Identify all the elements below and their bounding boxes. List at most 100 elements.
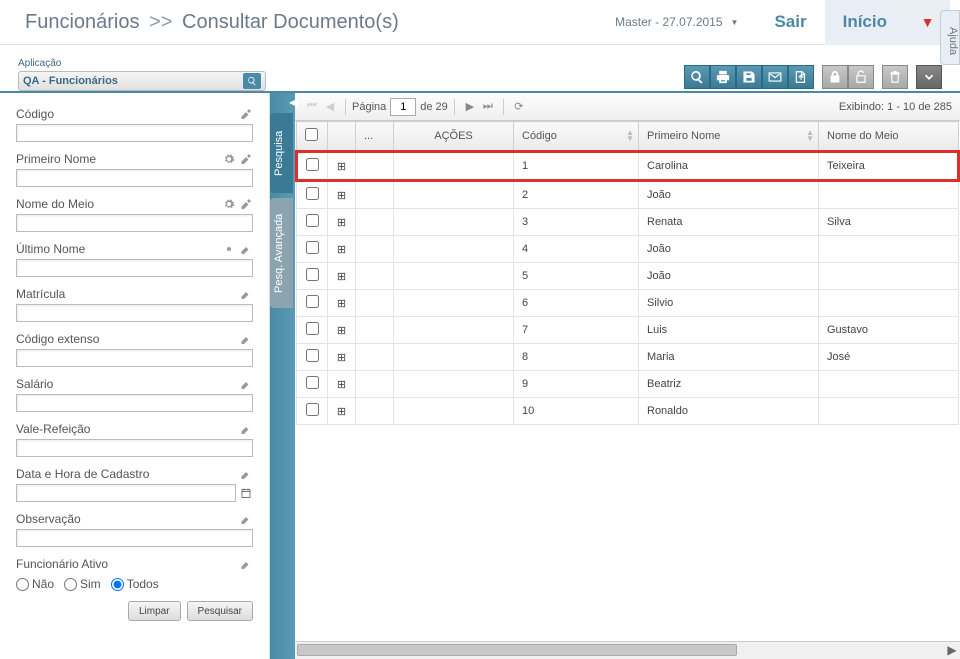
row-checkbox[interactable]: [306, 322, 319, 335]
row-checkbox[interactable]: [306, 214, 319, 227]
column-more[interactable]: ...: [356, 122, 394, 152]
table-row[interactable]: ⊞9Beatriz: [297, 371, 959, 398]
clear-icon[interactable]: [239, 197, 253, 211]
table-row[interactable]: ⊞10Ronaldo: [297, 398, 959, 425]
toolbar-print-button[interactable]: [710, 65, 736, 89]
table-row[interactable]: ⊞3RenataSilva: [297, 209, 959, 236]
search-button[interactable]: Pesquisar: [187, 601, 253, 621]
pager-last-icon[interactable]: ⏭: [480, 99, 496, 115]
clear-button[interactable]: Limpar: [128, 601, 181, 621]
clear-icon[interactable]: [239, 287, 253, 301]
ultimo-nome-input[interactable]: [16, 259, 253, 277]
toolbar-export-button[interactable]: [788, 65, 814, 89]
clear-icon[interactable]: [239, 107, 253, 121]
expand-row-icon[interactable]: ⊞: [328, 290, 356, 317]
table-row[interactable]: ⊞5João: [297, 263, 959, 290]
clear-icon[interactable]: [239, 557, 253, 571]
pager-first-icon[interactable]: ⏮: [304, 99, 320, 115]
row-checkbox[interactable]: [306, 241, 319, 254]
codigo-extenso-input[interactable]: [16, 349, 253, 367]
gear-icon[interactable]: [222, 152, 236, 166]
clear-icon[interactable]: [239, 422, 253, 436]
column-codigo[interactable]: Código▲▼: [514, 122, 639, 152]
salario-input[interactable]: [16, 394, 253, 412]
toolbar-lock-button[interactable]: [822, 65, 848, 89]
row-checkbox[interactable]: [306, 268, 319, 281]
clear-icon[interactable]: [239, 152, 253, 166]
clear-icon[interactable]: [239, 377, 253, 391]
main-toolbar: [684, 65, 942, 91]
row-more: [356, 209, 394, 236]
pager-refresh-icon[interactable]: ⟳: [511, 99, 527, 115]
tab-pesquisa[interactable]: Pesquisa: [270, 113, 293, 193]
expand-row-icon[interactable]: ⊞: [328, 236, 356, 263]
table-row[interactable]: ⊞7LuisGustavo: [297, 317, 959, 344]
row-checkbox[interactable]: [306, 158, 319, 171]
table-row[interactable]: ⊞1CarolinaTeixeira: [297, 152, 959, 181]
tab-pesquisa-avancada[interactable]: Pesq. Avançada: [270, 198, 293, 308]
column-acoes[interactable]: AÇÕES: [394, 122, 514, 152]
row-checkbox[interactable]: [306, 295, 319, 308]
row-actions: [394, 263, 514, 290]
row-checkbox[interactable]: [306, 403, 319, 416]
row-checkbox[interactable]: [306, 187, 319, 200]
clear-icon[interactable]: [239, 332, 253, 346]
calendar-icon[interactable]: [239, 486, 253, 500]
table-row[interactable]: ⊞4João: [297, 236, 959, 263]
toolbar-unlock-button[interactable]: [848, 65, 874, 89]
nome-meio-input[interactable]: [16, 214, 253, 232]
home-button[interactable]: Início: [825, 0, 905, 45]
expand-row-icon[interactable]: ⊞: [328, 263, 356, 290]
expand-row-icon[interactable]: ⊞: [328, 209, 356, 236]
column-primeiro-nome[interactable]: Primeiro Nome▲▼: [639, 122, 819, 152]
table-row[interactable]: ⊞8MariaJosé: [297, 344, 959, 371]
horizontal-scrollbar[interactable]: ◀ ▶: [295, 641, 960, 659]
expand-row-icon[interactable]: ⊞: [328, 371, 356, 398]
app-search-icon[interactable]: [243, 73, 261, 89]
scroll-right-icon[interactable]: ▶: [944, 642, 960, 658]
expand-row-icon[interactable]: ⊞: [328, 398, 356, 425]
table-row[interactable]: ⊞6Silvio: [297, 290, 959, 317]
radio-sim[interactable]: Sim: [64, 577, 101, 591]
cell-nome-meio: Silva: [819, 209, 959, 236]
toolbar-email-button[interactable]: [762, 65, 788, 89]
sort-icon[interactable]: ▲▼: [806, 130, 814, 142]
expand-row-icon[interactable]: ⊞: [328, 344, 356, 371]
master-dropdown-icon[interactable]: ▼: [731, 18, 739, 27]
pager-prev-icon[interactable]: ◀: [322, 99, 338, 115]
collapse-sidebar-icon[interactable]: ◀: [289, 95, 301, 109]
scroll-thumb[interactable]: [297, 644, 737, 656]
toolbar-save-button[interactable]: [736, 65, 762, 89]
pager-next-icon[interactable]: ▶: [462, 99, 478, 115]
clear-icon[interactable]: [239, 512, 253, 526]
app-selector[interactable]: QA - Funcionários: [18, 71, 266, 91]
vale-refeicao-input[interactable]: [16, 439, 253, 457]
toolbar-search-button[interactable]: [684, 65, 710, 89]
matricula-input[interactable]: [16, 304, 253, 322]
radio-nao[interactable]: Não: [16, 577, 54, 591]
expand-row-icon[interactable]: ⊞: [328, 152, 356, 181]
observacao-input[interactable]: [16, 529, 253, 547]
primeiro-nome-input[interactable]: [16, 169, 253, 187]
expand-row-icon[interactable]: ⊞: [328, 317, 356, 344]
clear-icon[interactable]: [239, 242, 253, 256]
clear-icon[interactable]: [239, 467, 253, 481]
pager-page-input[interactable]: [390, 98, 416, 116]
sort-icon[interactable]: ▲▼: [626, 130, 634, 142]
table-row[interactable]: ⊞2João: [297, 181, 959, 209]
help-tab[interactable]: Ajuda: [940, 10, 960, 65]
gear-icon[interactable]: [222, 242, 236, 256]
data-cadastro-input[interactable]: [16, 484, 236, 502]
row-checkbox[interactable]: [306, 349, 319, 362]
toolbar-delete-button[interactable]: [882, 65, 908, 89]
codigo-input[interactable]: [16, 124, 253, 142]
toolbar-collapse-button[interactable]: [916, 65, 942, 89]
logout-button[interactable]: Sair: [756, 0, 824, 45]
pager-de-label: de 29: [420, 101, 448, 113]
expand-row-icon[interactable]: ⊞: [328, 181, 356, 209]
radio-todos[interactable]: Todos: [111, 577, 159, 591]
gear-icon[interactable]: [222, 197, 236, 211]
column-nome-meio[interactable]: Nome do Meio: [819, 122, 959, 152]
select-all-checkbox[interactable]: [305, 128, 318, 141]
row-checkbox[interactable]: [306, 376, 319, 389]
